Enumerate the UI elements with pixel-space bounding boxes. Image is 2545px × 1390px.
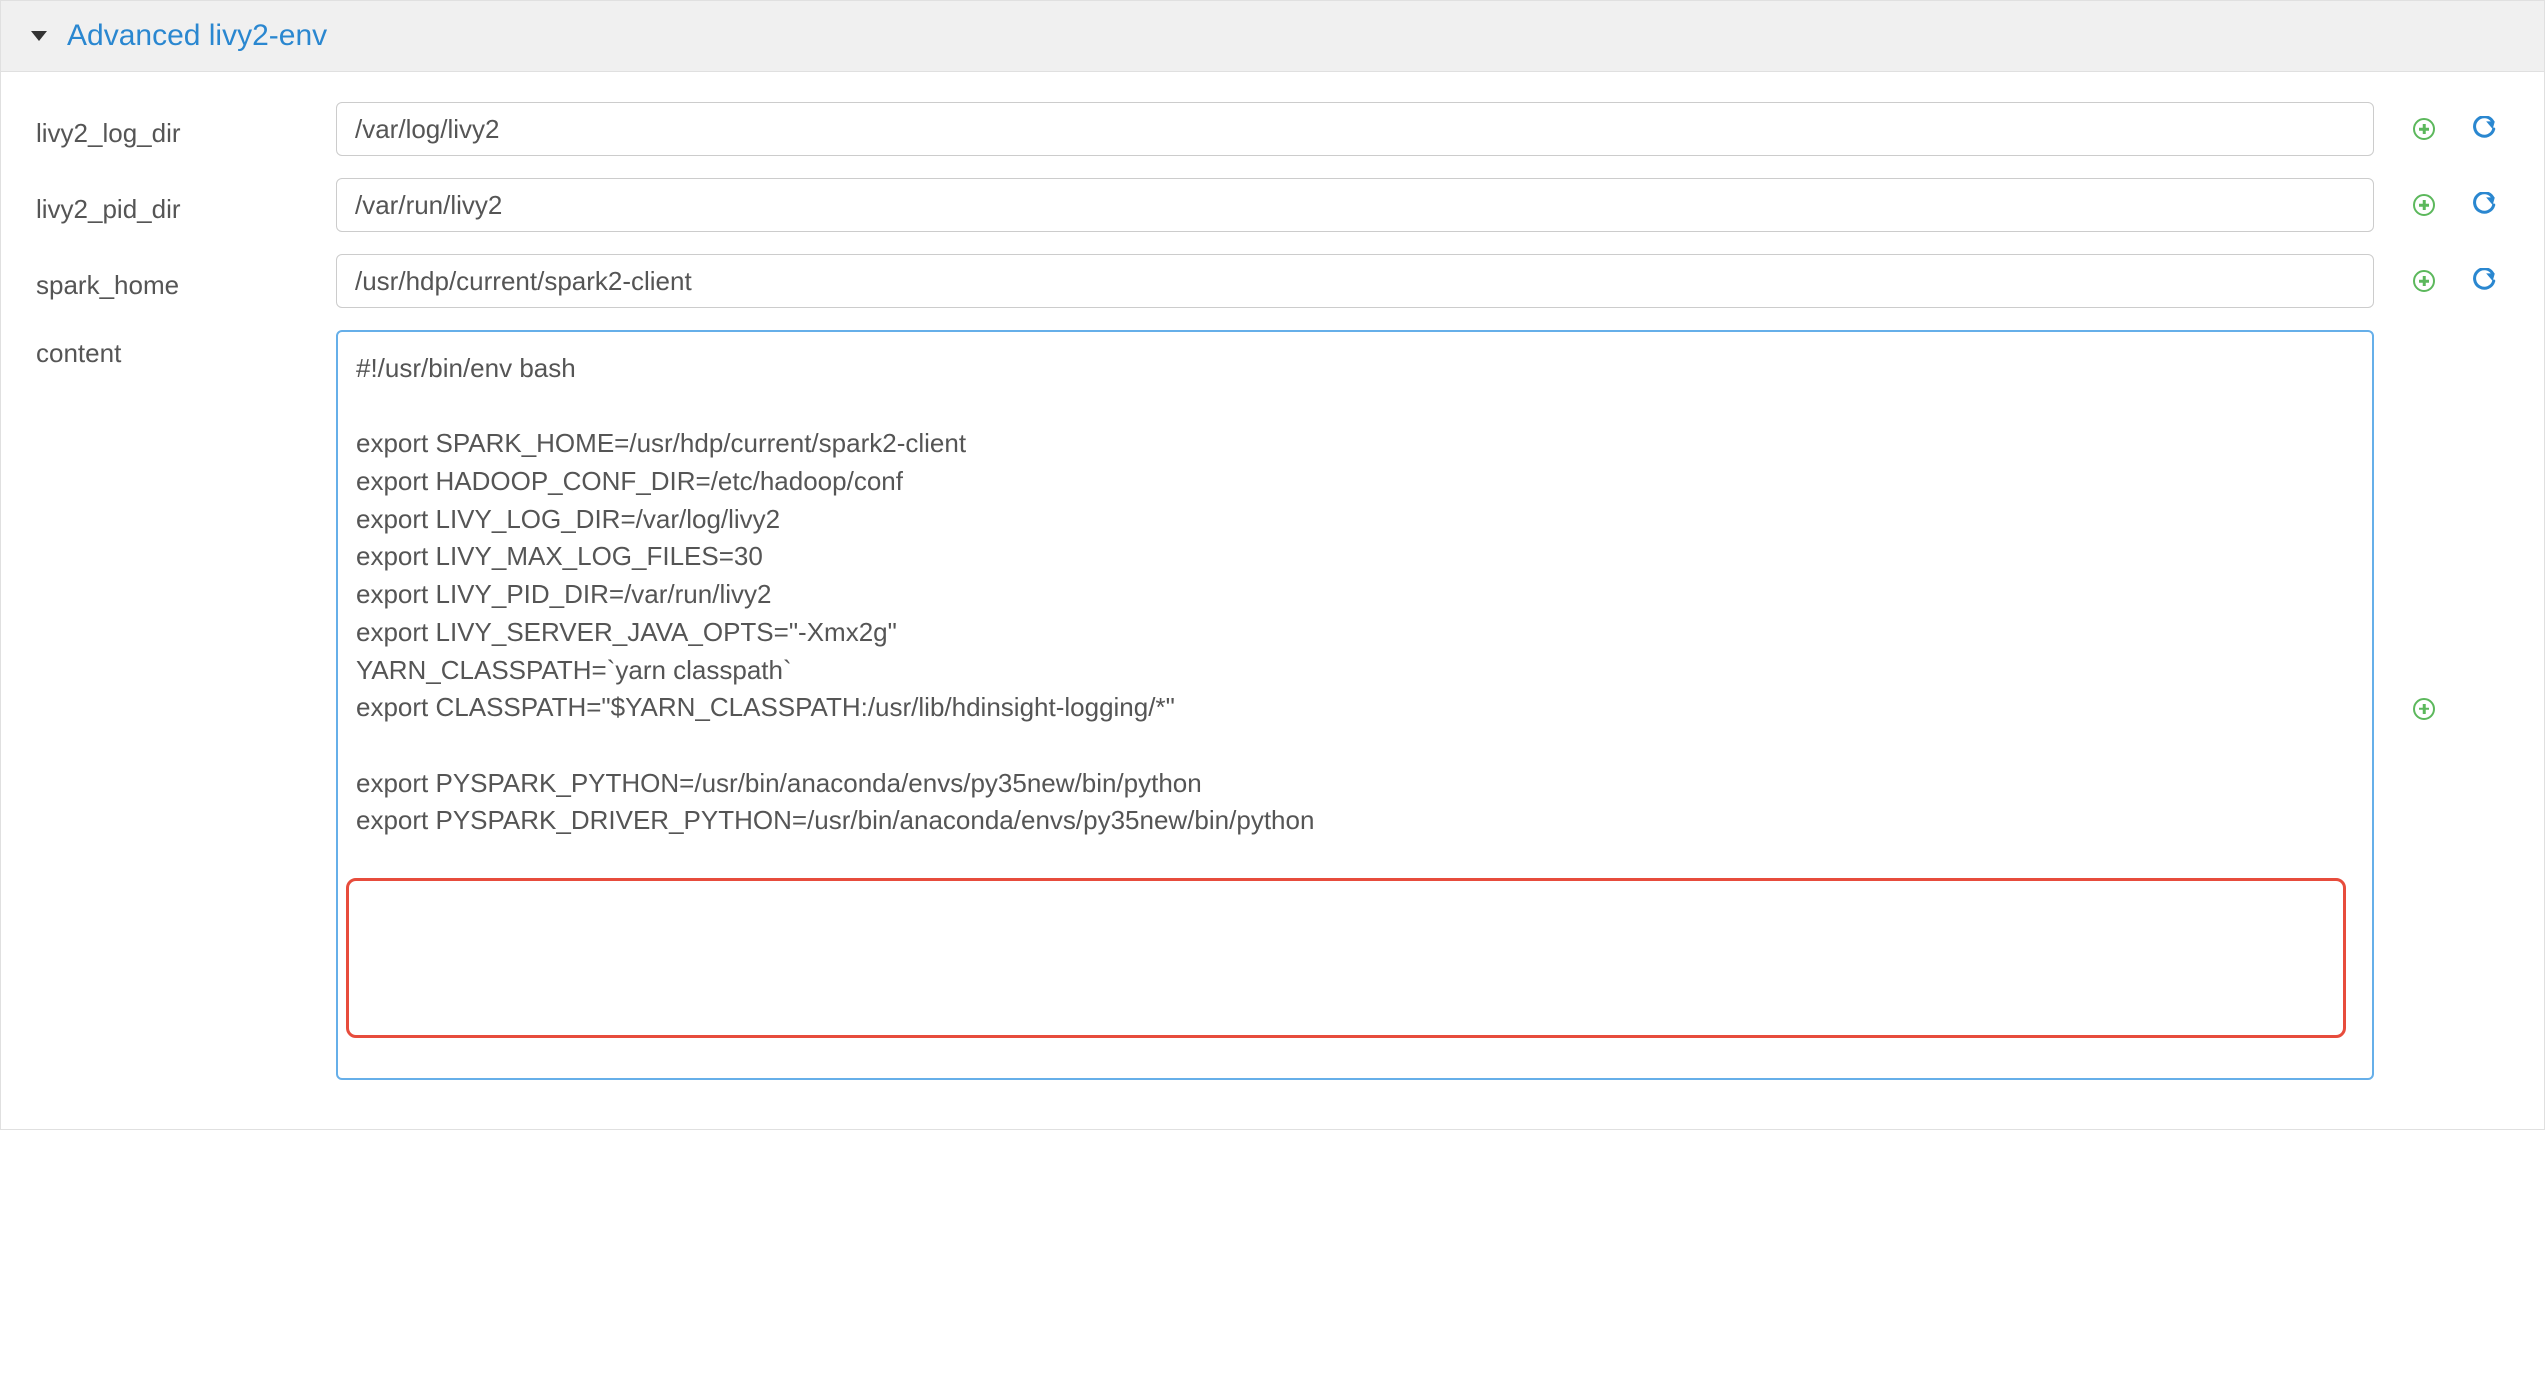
reset-default-button[interactable]: [2469, 114, 2499, 144]
reset-default-button[interactable]: [2469, 190, 2499, 220]
add-override-button[interactable]: [2409, 694, 2439, 724]
add-override-button[interactable]: [2409, 266, 2439, 296]
plus-icon: [2413, 270, 2435, 292]
row-livy2-pid-dir: livy2_pid_dir: [36, 178, 2509, 232]
input-livy2-pid-dir[interactable]: [336, 178, 2374, 232]
label-spark-home: spark_home: [36, 262, 336, 301]
label-livy2-log-dir: livy2_log_dir: [36, 110, 336, 149]
label-livy2-pid-dir: livy2_pid_dir: [36, 186, 336, 225]
panel-header[interactable]: Advanced livy2-env: [1, 1, 2544, 72]
config-panel: Advanced livy2-env livy2_log_dir: [0, 0, 2545, 1130]
plus-icon: [2413, 194, 2435, 216]
refresh-icon: [2471, 192, 2497, 218]
row-spark-home: spark_home: [36, 254, 2509, 308]
row-livy2-log-dir: livy2_log_dir: [36, 102, 2509, 156]
add-override-button[interactable]: [2409, 190, 2439, 220]
add-override-button[interactable]: [2409, 114, 2439, 144]
plus-icon: [2413, 118, 2435, 140]
caret-down-icon: [31, 31, 47, 41]
textarea-content[interactable]: [336, 330, 2374, 1080]
panel-body: livy2_log_dir livy2_pid_dir: [1, 72, 2544, 1129]
label-content: content: [36, 330, 336, 369]
plus-icon: [2413, 698, 2435, 720]
row-content: content: [36, 330, 2509, 1087]
input-spark-home[interactable]: [336, 254, 2374, 308]
refresh-icon: [2471, 268, 2497, 294]
panel-title: Advanced livy2-env: [67, 19, 327, 53]
input-livy2-log-dir[interactable]: [336, 102, 2374, 156]
reset-default-button[interactable]: [2469, 266, 2499, 296]
refresh-icon: [2471, 116, 2497, 142]
